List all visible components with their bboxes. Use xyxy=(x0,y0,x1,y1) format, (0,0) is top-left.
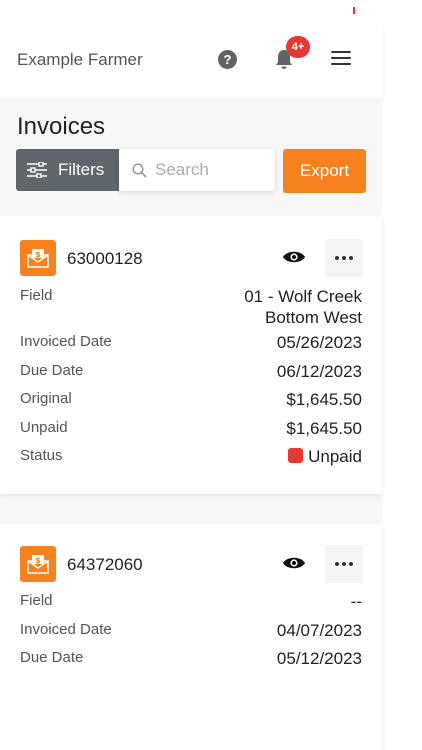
field-label: Field xyxy=(20,287,53,304)
due-date-label: Due Date xyxy=(20,362,84,379)
help-icon[interactable]: ? xyxy=(218,50,237,69)
status-label: Status xyxy=(20,447,63,464)
farmer-name: Example Farmer xyxy=(17,50,143,69)
search-input[interactable] xyxy=(153,159,267,181)
sliders-icon xyxy=(27,162,47,178)
filters-button[interactable]: Filters xyxy=(16,149,119,191)
notifications-button[interactable]: 4+ xyxy=(272,36,310,72)
due-date-value: 05/12/2023 xyxy=(276,649,362,668)
status-indicator xyxy=(353,7,355,14)
invoice-list: $ 63000128 Field 01 - Wolf Creek Bottom … xyxy=(0,216,382,750)
due-date-value: 06/12/2023 xyxy=(276,362,362,381)
invoice-envelope-icon: $ xyxy=(20,240,56,276)
field-value-line1: 01 - Wolf Creek xyxy=(244,287,362,306)
invoice-envelope-icon: $ xyxy=(20,546,56,582)
svg-text:$: $ xyxy=(35,250,41,259)
app-screen: Example Farmer ? 4+ Invoices Filters Sea… xyxy=(0,0,382,750)
status-value: Unpaid xyxy=(288,447,362,467)
search-icon xyxy=(132,162,147,178)
invoice-number[interactable]: 64372060 xyxy=(67,555,143,575)
search-box[interactable] xyxy=(119,149,275,191)
hamburger-menu-icon[interactable] xyxy=(331,51,351,65)
export-button[interactable]: Export xyxy=(283,149,366,193)
invoice-card: $ 64372060 Field -- Invoiced Date 04/07/… xyxy=(0,524,382,750)
field-value-line2: Bottom West xyxy=(265,308,362,327)
original-label: Original xyxy=(20,390,72,407)
eye-icon[interactable] xyxy=(282,555,306,571)
top-bar: Example Farmer ? 4+ xyxy=(0,22,382,98)
more-options-button[interactable] xyxy=(325,545,363,583)
field-label: Field xyxy=(20,592,53,609)
due-date-label: Due Date xyxy=(20,649,84,666)
original-value: $1,645.50 xyxy=(286,390,362,409)
invoice-number[interactable]: 63000128 xyxy=(67,249,143,269)
status-text: Unpaid xyxy=(308,447,362,466)
field-value: -- xyxy=(350,592,362,611)
filters-label: Filters xyxy=(58,160,105,179)
page-title: Invoices xyxy=(17,113,106,140)
unpaid-label: Unpaid xyxy=(20,419,68,436)
invoice-card: $ 63000128 Field 01 - Wolf Creek Bottom … xyxy=(0,216,382,494)
invoiced-date-value: 04/07/2023 xyxy=(276,621,362,640)
svg-text:$: $ xyxy=(35,556,41,565)
notification-badge: 4+ xyxy=(286,36,310,58)
field-value: 01 - Wolf Creek Bottom West xyxy=(244,287,362,328)
page-header: Invoices Filters Export xyxy=(0,98,382,216)
eye-icon[interactable] xyxy=(282,249,306,265)
invoiced-date-label: Invoiced Date xyxy=(20,333,112,350)
invoiced-date-label: Invoiced Date xyxy=(20,621,112,638)
unpaid-value: $1,645.50 xyxy=(286,419,362,438)
invoiced-date-value: 05/26/2023 xyxy=(276,333,362,352)
more-options-button[interactable] xyxy=(325,239,363,277)
status-unpaid-indicator xyxy=(288,448,304,463)
